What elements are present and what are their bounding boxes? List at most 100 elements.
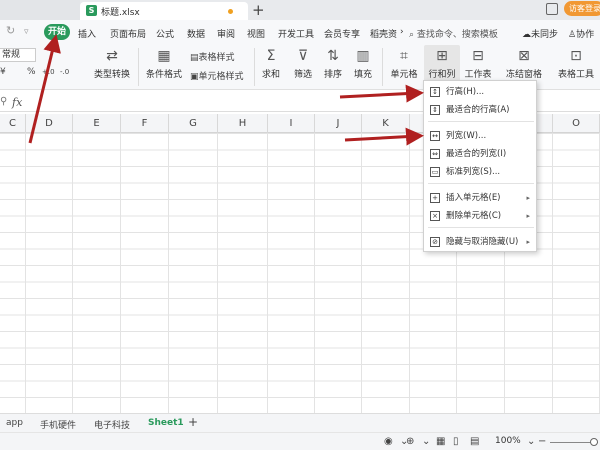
column-header-c[interactable]: C [0, 114, 26, 133]
page-break-view-icon[interactable]: ▤ [470, 436, 479, 447]
column-header-j[interactable]: J [315, 114, 362, 133]
autofit-column-icon: ⇔ [430, 149, 440, 159]
increase-decimal-button[interactable]: +.0 [42, 68, 55, 76]
sheet-tab-electronics[interactable]: 电子科技 [94, 418, 130, 431]
collab-button[interactable]: ♙协作 [568, 27, 594, 40]
zoom-slider-handle[interactable] [590, 438, 598, 446]
dropdown-item-column-width[interactable]: ↔ 列宽(W)... [424, 127, 536, 145]
sync-status[interactable]: ☁未同步 [522, 27, 558, 40]
menu-member[interactable]: 会员专享 [324, 27, 360, 40]
type-convert-button[interactable]: ⇄ 类型转换 [92, 48, 132, 80]
cell-style-button[interactable]: ▣单元格样式 [190, 69, 244, 82]
dropdown-item-standard-width[interactable]: ▭ 标准列宽(S)... [424, 163, 536, 181]
column-width-icon: ↔ [430, 131, 440, 141]
table-icon: ▤ [190, 53, 199, 63]
fill-button[interactable]: ▥ 填充 [350, 48, 376, 80]
dropdown-item-label: 标准列宽(S)... [446, 167, 501, 177]
dropdown-item-row-height[interactable]: ↕ 行高(H)... [424, 83, 536, 101]
sheet-tab-bar: app 手机硬件 电子科技 Sheet1 + [0, 413, 600, 432]
page-layout-view-icon[interactable]: ▯ [453, 436, 459, 447]
divider [254, 48, 255, 86]
table-tools-button[interactable]: ⊡ 表格工具 [554, 48, 598, 80]
grid-column-line [552, 133, 553, 413]
decrease-decimal-button[interactable]: -.0 [60, 68, 69, 76]
rowcol-button[interactable]: ⊞ 行和列 [424, 48, 460, 80]
menu-start[interactable]: 开始 [44, 24, 70, 40]
column-header-f[interactable]: F [121, 114, 169, 133]
sync-label: 未同步 [531, 30, 559, 40]
currency-button[interactable]: ¥ [0, 67, 6, 77]
number-format-select[interactable]: 常规 [0, 48, 36, 62]
dropdown-item-autofit-column[interactable]: ⇔ 最适合的列宽(I) [424, 145, 536, 163]
worksheet-label: 工作表 [464, 70, 492, 80]
title-bar: S 标题.xlsx + 访客登录 [0, 0, 600, 20]
sum-button[interactable]: Σ 求和 [258, 48, 284, 80]
dropdown-item-delete-cell[interactable]: × 删除单元格(C) ▸ [424, 207, 536, 225]
cell-icon: ⌗ [400, 48, 408, 64]
dropdown-item-label: 最适合的列宽(I) [446, 149, 507, 159]
more-icon[interactable]: ▿ [24, 27, 29, 37]
zoom-out-icon[interactable]: − [538, 436, 546, 447]
new-tab-button[interactable]: + [252, 1, 265, 19]
menu-formula[interactable]: 公式 [156, 27, 174, 40]
menu-review[interactable]: 审阅 [217, 27, 235, 40]
column-header-o[interactable]: O [553, 114, 600, 133]
center-icon[interactable]: ⊕ [406, 436, 414, 447]
document-name: 标题.xlsx [101, 8, 140, 18]
fx-icon[interactable]: fx [12, 96, 22, 109]
column-header-i[interactable]: I [268, 114, 315, 133]
center-chevron-icon[interactable]: ⌄ [422, 436, 430, 447]
column-header-d[interactable]: D [26, 114, 73, 133]
menu-data[interactable]: 数据 [187, 27, 205, 40]
zoom-chevron-icon[interactable]: ⌄ [527, 436, 535, 447]
column-header-h[interactable]: H [218, 114, 268, 133]
sheet-tab-sheet1[interactable]: Sheet1 [148, 418, 184, 428]
dropdown-item-insert-cell[interactable]: + 插入单元格(E) ▸ [424, 189, 536, 207]
dropdown-item-label: 插入单元格(E) [446, 193, 501, 203]
table-style-button[interactable]: ▤表格样式 [190, 50, 235, 63]
menu-view[interactable]: 视图 [247, 27, 265, 40]
login-button[interactable]: 访客登录 [564, 1, 600, 16]
sheet-tab-app[interactable]: app [6, 418, 23, 428]
cond-format-button[interactable]: ▦ 条件格式 [144, 48, 184, 80]
chevron-right-icon[interactable]: › [400, 27, 404, 37]
normal-view-icon[interactable]: ▦ [436, 436, 445, 447]
dropdown-item-label: 最适合的行高(A) [446, 105, 510, 115]
zoom-icon: ⚲ [0, 96, 8, 107]
filter-label: 筛选 [293, 70, 312, 80]
menu-insert[interactable]: 插入 [78, 27, 96, 40]
freeze-icon: ⊠ [518, 48, 530, 64]
window-icon[interactable] [546, 3, 558, 15]
column-header-e[interactable]: E [73, 114, 121, 133]
type-convert-label: 类型转换 [93, 70, 130, 80]
search-box[interactable]: ⌕ 查找命令、搜索模板 [409, 27, 498, 40]
search-icon: ⌕ [409, 30, 415, 40]
fill-icon: ▥ [356, 48, 370, 64]
divider [382, 48, 383, 86]
menu-developer[interactable]: 开发工具 [278, 27, 314, 40]
dropdown-item-hide[interactable]: ⊘ 隐藏与取消隐藏(U) ▸ [424, 233, 536, 251]
column-header-g[interactable]: G [169, 114, 218, 133]
freeze-button[interactable]: ⊠ 冻结窗格 [502, 48, 546, 80]
cell-button[interactable]: ⌗ 单元格 [387, 48, 421, 80]
document-tab[interactable]: S 标题.xlsx [80, 2, 248, 20]
worksheet-button[interactable]: ⊟ 工作表 [460, 48, 496, 80]
menu-docer[interactable]: 稻壳资 [370, 27, 397, 40]
column-header-k[interactable]: K [362, 114, 410, 133]
standard-width-icon: ▭ [430, 167, 440, 177]
add-sheet-button[interactable]: + [188, 415, 198, 429]
eye-icon[interactable]: ◉ [384, 436, 393, 447]
convert-icon: ⇄ [106, 48, 118, 64]
redo-icon[interactable]: ↻ [6, 24, 15, 37]
fill-label: 填充 [353, 70, 372, 80]
dropdown-item-autofit-row[interactable]: ⇕ 最适合的行高(A) [424, 101, 536, 119]
zoom-level[interactable]: 100% [495, 436, 521, 446]
filter-button[interactable]: ⊽ 筛选 [290, 48, 316, 80]
sort-button[interactable]: ⇅ 排序 [320, 48, 346, 80]
sheet-tab-phone[interactable]: 手机硬件 [40, 418, 76, 431]
menu-page-layout[interactable]: 页面布局 [110, 27, 146, 40]
worksheet-icon: ⊟ [472, 48, 484, 64]
grid-column-line [267, 133, 268, 413]
percent-button[interactable]: % [27, 67, 36, 77]
home-tab[interactable] [0, 0, 80, 20]
